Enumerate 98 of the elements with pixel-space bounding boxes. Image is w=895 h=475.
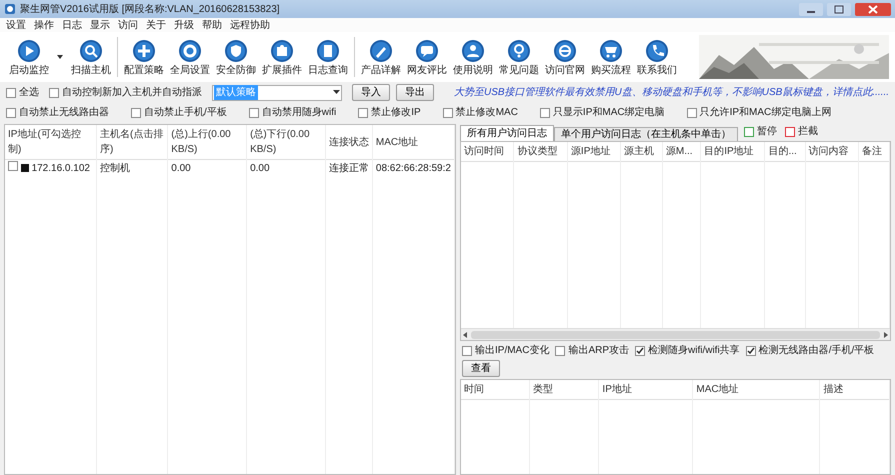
menu-item[interactable]: 日志: [62, 18, 82, 32]
check-icon: [746, 346, 755, 354]
import-export-button[interactable]: 导入: [352, 84, 390, 101]
checkbox[interactable]: 只显示IP和MAC绑定电脑: [540, 105, 665, 120]
toolbar-button[interactable]: 全局设置: [167, 38, 213, 76]
help-icon: [507, 38, 531, 62]
checkbox[interactable]: 检测无线路由器/手机/平板: [746, 343, 874, 358]
checkbox[interactable]: 输出IP/MAC变化: [462, 343, 550, 358]
column-header[interactable]: 目的...: [764, 142, 806, 162]
column-header[interactable]: IP地址(可勾选控制): [5, 125, 96, 160]
column-header[interactable]: 目的IP地址: [700, 142, 765, 162]
column-header[interactable]: (总)上行(0.00 KB/S): [168, 125, 247, 160]
column-header[interactable]: 源主机: [620, 142, 662, 162]
toolbar-button[interactable]: 安全防御: [213, 38, 259, 76]
caret-icon: [333, 90, 340, 94]
phone-icon: [645, 38, 669, 62]
menu-item[interactable]: 帮助: [202, 18, 222, 32]
promo-link[interactable]: 大势至USB接口管理软件最有效禁用U盘、移动硬盘和手机等，不影响USB鼠标键盘，详情点此......: [444, 85, 889, 100]
table-cell: 控制机: [96, 160, 168, 177]
horizontal-scrollbar[interactable]: [461, 328, 890, 340]
checkbox[interactable]: 自动禁用随身wifi: [248, 105, 336, 120]
toolbar-button[interactable]: 常见问题: [496, 38, 542, 76]
checkbox[interactable]: 只允许IP和MAC绑定电脑上网: [686, 105, 832, 120]
pencil-icon: [369, 38, 393, 62]
play-icon: [17, 38, 41, 62]
column-header[interactable]: 时间: [461, 380, 530, 400]
table-cell: 08:62:66:28:59:2: [372, 160, 454, 177]
toolbar-button[interactable]: 访问官网: [542, 38, 588, 76]
checkbox[interactable]: 自动禁止手机/平板: [131, 105, 227, 120]
column-header[interactable]: MAC地址: [372, 125, 454, 160]
checkbox[interactable]: 禁止修改IP: [358, 105, 421, 120]
column-header[interactable]: 连接状态: [325, 125, 372, 160]
caret-icon[interactable]: [57, 54, 63, 59]
toolbar-button[interactable]: 使用说明: [450, 38, 496, 76]
plus-icon: [132, 38, 156, 62]
table-cell: 172.16.0.102: [32, 163, 90, 174]
scroll-right-icon[interactable]: [884, 332, 888, 338]
cart-icon: [599, 38, 623, 62]
checkbox[interactable]: 禁止修改MAC: [442, 105, 518, 120]
column-header[interactable]: 源M...: [662, 142, 701, 162]
menu-item[interactable]: 访问: [118, 18, 138, 32]
toolbar-button[interactable]: 日志查询: [305, 38, 351, 76]
computer-icon: [20, 164, 29, 172]
menu-item[interactable]: 显示: [90, 18, 110, 32]
checkbox[interactable]: 自动禁止无线路由器: [6, 105, 109, 120]
menu-item[interactable]: 远程协助: [230, 18, 270, 32]
tab[interactable]: 所有用户访问日志: [460, 125, 554, 141]
column-header[interactable]: 访问内容: [805, 142, 859, 162]
scroll-left-icon[interactable]: [463, 332, 467, 338]
column-header[interactable]: MAC地址: [692, 380, 820, 400]
import-export-button[interactable]: 导出: [396, 84, 434, 101]
menu-item[interactable]: 关于: [146, 18, 166, 32]
menu-item[interactable]: 设置: [6, 18, 26, 32]
checkbox[interactable]: 拦截: [785, 124, 818, 139]
toolbar-button[interactable]: 扩展插件: [259, 38, 305, 76]
chat-icon: [415, 38, 439, 62]
puzzle-icon: [270, 38, 294, 62]
shield-icon: [224, 38, 248, 62]
toolbar-button[interactable]: 网友评比: [404, 38, 450, 76]
column-header[interactable]: IP地址: [598, 380, 693, 400]
document-icon: [316, 38, 340, 62]
maximize-button[interactable]: [827, 2, 851, 16]
close-button[interactable]: [855, 2, 891, 16]
checkbox[interactable]: 检测随身wifi/wifi共享: [635, 343, 740, 358]
minimize-button[interactable]: [799, 2, 823, 16]
checkbox[interactable]: [8, 161, 18, 171]
globe-icon: [553, 38, 577, 62]
search-icon: [79, 38, 103, 62]
column-header[interactable]: 访问时间: [461, 142, 514, 162]
checkbox[interactable]: 全选: [6, 85, 39, 100]
column-header[interactable]: (总)下行(0.00 KB/S): [246, 125, 326, 160]
checkbox[interactable]: 自动控制新加入主机并自动指派: [49, 85, 202, 100]
check-icon: [636, 346, 644, 354]
app-icon: [4, 3, 16, 15]
column-header[interactable]: 类型: [529, 380, 599, 400]
person-icon: [461, 38, 485, 62]
toolbar-button[interactable]: 启动监控: [6, 38, 52, 76]
menu-item[interactable]: 升级: [174, 18, 194, 32]
table-cell: 0.00: [168, 160, 247, 177]
column-header[interactable]: 协议类型: [514, 142, 568, 162]
checkbox[interactable]: 输出ARP攻击: [555, 343, 630, 358]
toolbar-button[interactable]: 联系我们: [634, 38, 680, 76]
view-button[interactable]: 查看: [462, 360, 500, 377]
toolbar-button[interactable]: 扫描主机: [68, 38, 114, 76]
column-header[interactable]: 备注: [858, 142, 890, 162]
checkbox[interactable]: 暂停: [744, 124, 777, 139]
table-cell: 0.00: [246, 160, 326, 177]
column-header[interactable]: 描述: [820, 380, 890, 400]
toolbar-button[interactable]: 购买流程: [588, 38, 634, 76]
table-cell: 连接正常: [325, 160, 372, 177]
tab[interactable]: 单个用户访问日志（在主机条中单击）: [554, 127, 738, 141]
toolbar-button[interactable]: 产品详解: [358, 38, 404, 76]
column-header[interactable]: 主机名(点击排序): [96, 125, 168, 160]
menu-item[interactable]: 操作: [34, 18, 54, 32]
toolbar-button[interactable]: 配置策略: [121, 38, 167, 76]
gear-icon: [178, 38, 202, 62]
column-header[interactable]: 源IP地址: [567, 142, 620, 162]
window-title: 聚生网管V2016试用版 [网段名称:VLAN_20160628153823]: [20, 2, 281, 16]
